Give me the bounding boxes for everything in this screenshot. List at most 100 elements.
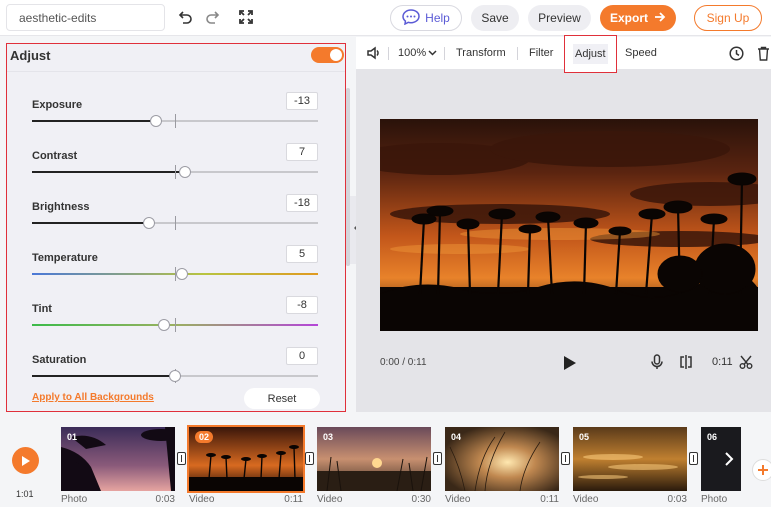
clip-number: 02 [195,431,214,443]
contrast-slider[interactable] [32,165,318,179]
transition-handle[interactable] [689,452,698,465]
zoom-level: 100% [398,47,427,59]
tint-slider[interactable] [32,318,318,332]
contrast-value[interactable]: 7 [286,143,318,161]
preview-button[interactable]: Preview [528,5,591,31]
volume-icon[interactable] [366,37,382,69]
arrow-right-icon [654,11,666,25]
clip-3-thumbnail [317,427,431,491]
clip-5-thumbnail [573,427,687,491]
clip-4-duration: 0:11 [540,494,559,505]
playback-time: 0:00 / 0:11 [380,357,427,368]
brightness-slider[interactable] [32,216,318,230]
tab-speed[interactable]: Speed [625,37,657,69]
sunset-palm-image [380,119,758,331]
saturation-slider-thumb[interactable] [169,370,181,382]
exposure-row: Exposure -13 [7,92,337,147]
editor-area: 100% Transform Filter Adjust Speed 0:00 … [356,35,771,412]
temperature-slider-thumb[interactable] [176,268,189,280]
save-button[interactable]: Save [471,5,519,31]
export-label: Export [609,11,648,25]
tint-slider-thumb[interactable] [157,319,170,331]
clip-5[interactable]: 05 [573,427,687,491]
clip-number: 04 [451,432,462,442]
reset-button[interactable]: Reset [244,388,320,409]
zoom-dropdown[interactable]: 100% [398,37,437,69]
clip-4-type: Video [445,494,471,505]
microphone-icon[interactable] [651,354,663,375]
clip-2[interactable]: 02 [187,425,305,493]
tab-filter[interactable]: Filter [529,37,553,69]
fullscreen-icon[interactable] [237,8,255,26]
add-clip-button[interactable] [752,459,771,481]
redo-icon[interactable] [204,8,222,26]
play-icon[interactable] [563,355,577,376]
undo-icon[interactable] [176,8,194,26]
sign-up-button[interactable]: Sign Up [694,5,762,31]
contrast-slider-thumb[interactable] [179,166,191,178]
toolbar-separator [388,47,389,60]
exposure-label: Exposure [32,99,83,111]
play-icon [21,455,30,466]
clip-3[interactable]: 03 [317,427,431,491]
temperature-slider[interactable] [32,267,318,281]
clip-number: 03 [323,432,334,442]
adjust-enable-toggle[interactable] [311,47,344,63]
apply-to-all-link[interactable]: Apply to All Backgrounds [32,392,154,403]
clip-6[interactable]: 06 [701,427,741,491]
video-preview[interactable] [380,119,758,331]
panel-title: Adjust [10,48,51,63]
brightness-value[interactable]: -18 [286,194,318,212]
scissors-icon[interactable] [739,354,753,375]
saturation-value[interactable]: 0 [286,347,318,365]
history-icon[interactable] [729,37,744,69]
delete-icon[interactable] [757,37,770,69]
transition-handle[interactable] [433,452,442,465]
tab-adjust-label: Adjust [573,44,608,64]
tab-adjust[interactable]: Adjust [564,35,617,73]
adjust-panel: Adjust Exposure -13 Contrast 7 Brightnes… [6,43,350,412]
help-button[interactable]: Help [390,5,462,31]
brightness-slider-thumb[interactable] [143,217,156,229]
clip-3-type: Video [317,494,343,505]
exposure-slider-thumb[interactable] [150,115,163,127]
temperature-value[interactable]: 5 [286,245,318,263]
tint-value[interactable]: -8 [286,296,318,314]
export-button[interactable]: Export [600,5,676,31]
project-name-input[interactable] [6,4,165,31]
panel-divider [7,71,345,72]
clip-number: 01 [67,432,78,442]
plus-icon [758,465,768,475]
clip-1[interactable]: 01 [61,427,175,491]
clip-duration: 0:11 [712,356,733,368]
timeline-play-button[interactable] [12,447,39,474]
clip-number: 05 [579,432,590,442]
toolbar-separator [444,47,445,60]
brightness-row: Brightness -18 [7,194,337,249]
exposure-slider[interactable] [32,114,318,128]
contrast-row: Contrast 7 [7,143,337,198]
clip-3-duration: 0:30 [411,494,431,505]
clip-2-type: Video [189,494,215,505]
transition-handle[interactable] [177,452,186,465]
transition-handle[interactable] [305,452,314,465]
clip-4[interactable]: 04 [445,427,559,491]
editor-toolbar: 100% Transform Filter Adjust Speed [356,35,771,73]
clip-6-type: Photo [701,494,728,505]
split-icon[interactable] [679,354,693,375]
temperature-label: Temperature [32,252,98,264]
toolbar-separator [517,47,518,60]
clip-5-type: Video [573,494,599,505]
clip-4-thumbnail [445,427,559,491]
total-time: 1:01 [16,489,34,499]
tab-transform[interactable]: Transform [456,37,506,69]
exposure-value[interactable]: -13 [286,92,318,110]
saturation-slider[interactable] [32,369,318,383]
tint-label: Tint [32,303,52,315]
clip-5-duration: 0:03 [667,494,687,505]
transition-handle[interactable] [561,452,570,465]
top-bar: Help Save Preview Export Sign Up [0,0,771,36]
tint-row: Tint -8 [7,296,337,351]
chevron-right-icon[interactable] [724,452,734,471]
chevron-down-icon [428,47,437,59]
